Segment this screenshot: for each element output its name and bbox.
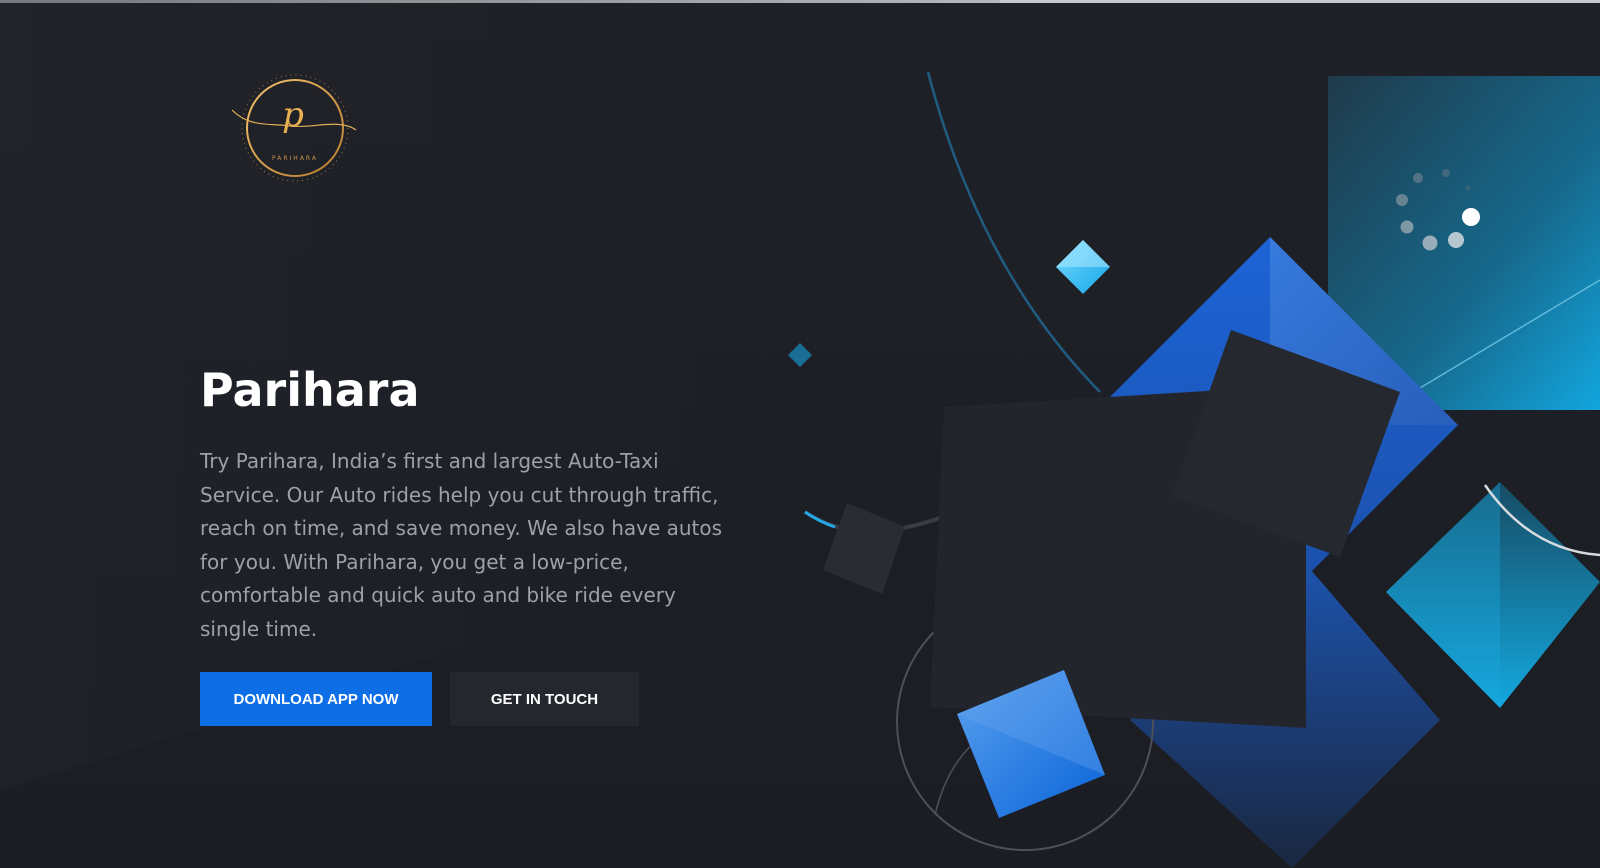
get-in-touch-button[interactable]: GET IN TOUCH bbox=[450, 672, 639, 726]
logo-wordmark: PARIHARA bbox=[272, 155, 318, 162]
small-dark-square bbox=[823, 503, 905, 594]
small-diamond bbox=[788, 343, 812, 367]
logo-monogram: p bbox=[282, 95, 304, 135]
parihara-logo[interactable]: p PARIHARA bbox=[230, 68, 360, 188]
hero-description: Try Parihara, India’s first and largest … bbox=[200, 449, 723, 641]
hero-title: Parihara bbox=[200, 363, 420, 417]
download-app-button[interactable]: DOWNLOAD APP NOW bbox=[200, 672, 432, 726]
landing-page: p PARIHARA Parihara Try Parihara, India’… bbox=[0, 0, 1600, 868]
hero-illustration bbox=[788, 71, 1600, 868]
